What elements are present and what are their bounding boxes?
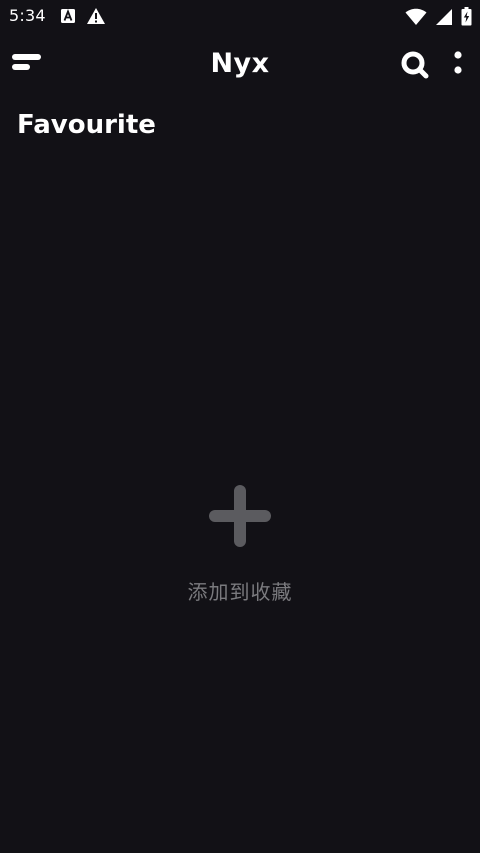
app-bar: Nyx	[0, 32, 480, 98]
empty-state-label: 添加到收藏	[187, 580, 293, 604]
status-right-icons	[405, 7, 472, 30]
status-time: 5:34	[9, 6, 46, 25]
section-title: Favourite	[17, 110, 156, 140]
battery-charging-icon	[461, 7, 472, 30]
status-left-icons	[60, 7, 106, 29]
signal-icon	[435, 8, 453, 30]
search-button[interactable]	[398, 48, 432, 82]
plus-icon	[209, 485, 271, 547]
more-options-button[interactable]	[446, 48, 470, 82]
more-vertical-icon	[454, 51, 462, 74]
a-notification-icon	[60, 8, 76, 28]
wifi-icon	[405, 8, 427, 30]
search-icon	[401, 51, 429, 79]
add-to-favourite-button[interactable]	[206, 482, 274, 550]
warning-icon	[86, 7, 106, 29]
empty-state[interactable]: 添加到收藏	[0, 478, 480, 608]
status-bar: 5:34	[0, 0, 480, 32]
